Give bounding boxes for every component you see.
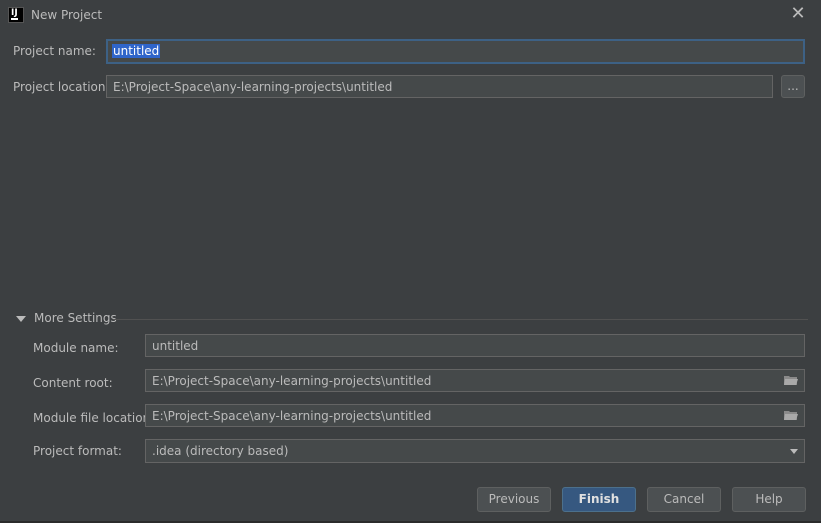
project-location-label: Project location: [13,80,110,94]
window-title: New Project [31,8,103,22]
browse-location-button[interactable]: ... [781,75,805,98]
project-name-input[interactable]: untitled [106,39,805,64]
section-divider [113,319,808,320]
module-name-input[interactable]: untitled [145,334,805,357]
module-file-location-label: Module file location: [33,411,155,425]
project-name-label: Project name: [13,44,96,58]
content-root-label: Content root: [33,376,113,390]
project-format-value: .idea (directory based) [152,444,289,458]
module-file-location-input[interactable]: E:\Project-Space\any-learning-projects\u… [145,404,805,427]
project-format-label: Project format: [33,444,122,458]
project-location-input[interactable]: E:\Project-Space\any-learning-projects\u… [106,75,773,98]
title-bar: IJ New Project ✕ [0,0,821,30]
chevron-down-icon [790,449,798,454]
project-name-value: untitled [112,44,161,58]
finish-button[interactable]: Finish [562,487,636,512]
folder-icon[interactable] [784,410,798,421]
folder-icon[interactable] [784,375,798,386]
more-settings-label: More Settings [34,311,117,325]
intellij-idea-icon: IJ [8,7,24,23]
more-settings-toggle[interactable]: More Settings [13,311,808,327]
cancel-button[interactable]: Cancel [647,487,721,512]
module-name-label: Module name: [33,341,119,355]
content-root-input[interactable]: E:\Project-Space\any-learning-projects\u… [145,369,805,392]
close-icon[interactable]: ✕ [789,5,807,23]
module-file-location-value: E:\Project-Space\any-learning-projects\u… [152,409,432,423]
previous-button[interactable]: Previous [477,487,551,512]
project-format-select[interactable]: .idea (directory based) [145,439,805,463]
help-button[interactable]: Help [732,487,806,512]
content-root-value: E:\Project-Space\any-learning-projects\u… [152,374,432,388]
triangle-down-icon [16,316,26,322]
